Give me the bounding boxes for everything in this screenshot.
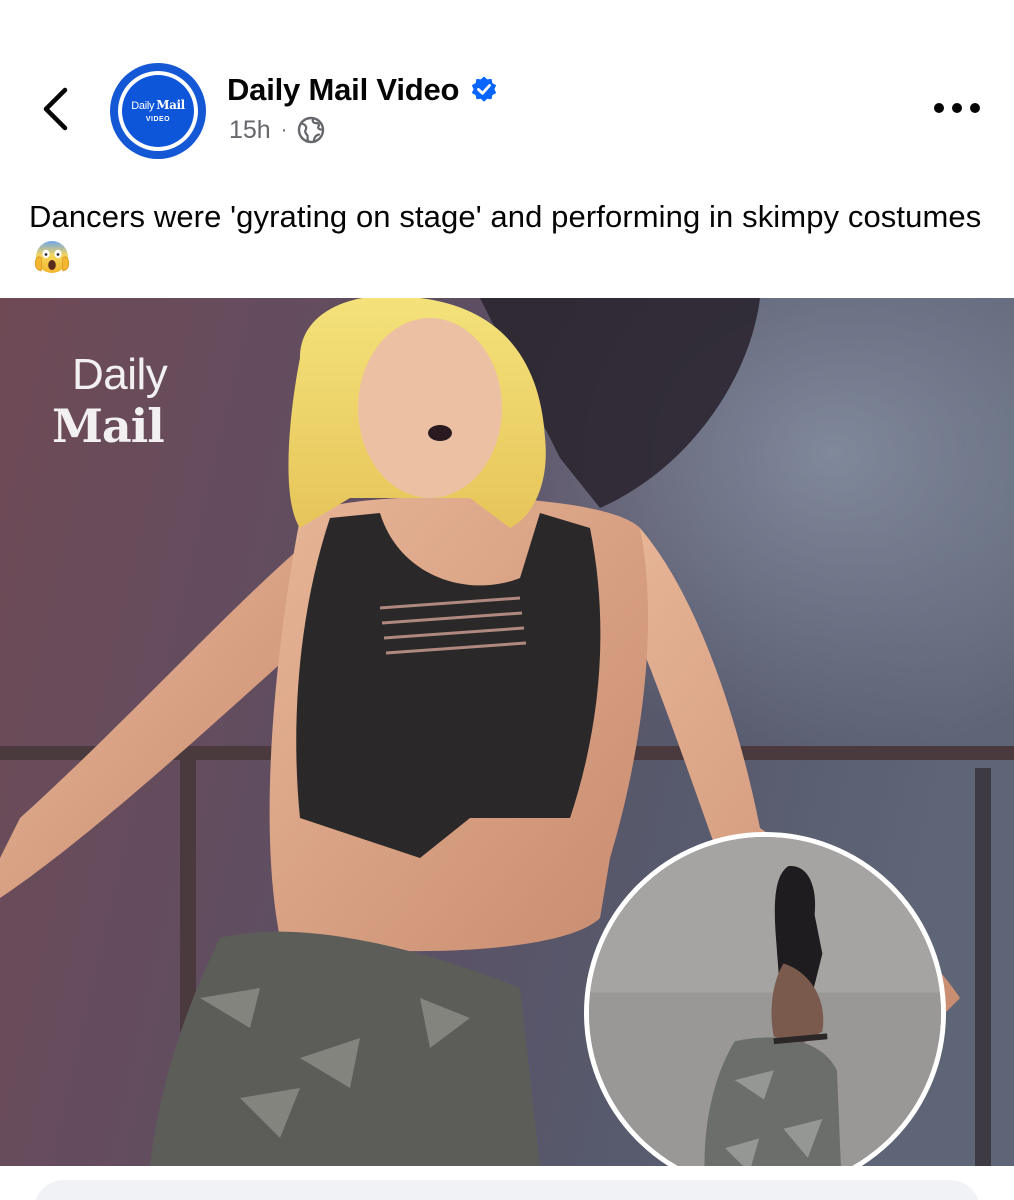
page-name-link[interactable]: Daily Mail Video [227,72,459,108]
page-avatar[interactable]: Daily Mail VIDEO [110,63,206,159]
post-screen: Daily Mail VIDEO Daily Mail Video 15h · [0,0,1014,1200]
post-timestamp[interactable]: 15h [229,116,271,145]
meta-separator: · [280,118,288,141]
comment-input-bar[interactable] [34,1180,980,1200]
face-screaming-in-fear-icon [34,241,70,273]
inset-scene [589,837,941,1166]
verified-badge-icon [472,76,497,102]
post-video[interactable]: Daily Mail [0,298,1014,1166]
avatar-ring: Daily Mail VIDEO [118,71,198,151]
avatar-logo-word1: Daily [131,100,155,112]
avatar-logo-word2: Mail [156,98,185,112]
more-horizontal-icon [934,103,980,113]
avatar-logo-text: Daily Mail [131,99,185,112]
watermark-line1: Daily [72,350,168,399]
watermark-line2: Mail [52,399,165,453]
post-caption: Dancers were 'gyrating on stage' and per… [29,196,999,280]
avatar-logo: Daily Mail VIDEO [122,75,194,147]
chevron-left-icon [43,87,68,131]
globe-icon [298,116,325,144]
daily-mail-watermark: Daily Mail [52,350,168,453]
post-caption-text: Dancers were 'gyrating on stage' and per… [29,199,982,234]
back-button[interactable] [30,82,80,136]
page-name-row: Daily Mail Video [227,70,499,110]
post-meta: 15h · [229,113,325,147]
avatar-logo-sub: VIDEO [145,116,171,123]
more-options-button[interactable] [926,90,988,126]
